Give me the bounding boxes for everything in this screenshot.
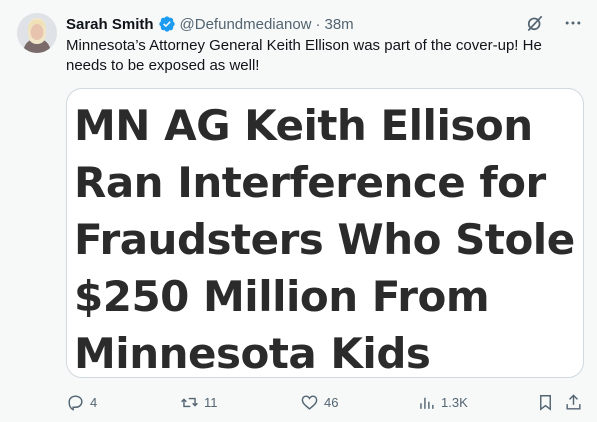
share-icon xyxy=(566,393,581,410)
timestamp[interactable]: 38m xyxy=(325,16,354,33)
headline-line: Minnesota Kids xyxy=(74,329,431,378)
bookmark-button[interactable] xyxy=(536,392,555,412)
tweet-text: Minnesota’s Attorney General Keith Ellis… xyxy=(66,37,542,74)
tweet-header: Sarah Smith @Defundmedianow · 38m xyxy=(66,14,583,34)
header-actions xyxy=(525,13,583,33)
more-icon[interactable] xyxy=(563,13,583,33)
like-icon xyxy=(301,394,318,410)
share-button[interactable] xyxy=(564,392,583,412)
author-handle[interactable]: @Defundmedianow xyxy=(180,16,312,33)
bookmark-icon xyxy=(540,394,551,411)
author-name[interactable]: Sarah Smith xyxy=(66,16,154,33)
card-headline: MN AG Keith Ellison Ran Interference for… xyxy=(74,97,579,378)
separator-dot: · xyxy=(315,15,321,33)
repost-button[interactable]: 11 xyxy=(180,392,218,412)
grok-icon[interactable] xyxy=(525,13,545,33)
views-icon xyxy=(420,397,434,409)
headline-line: $250 Million From xyxy=(74,272,490,321)
headline-line: MN AG Keith Ellison xyxy=(74,101,533,150)
repost-count: 11 xyxy=(204,394,218,410)
headline-line: Fraudsters Who Stole xyxy=(74,215,575,264)
reply-button[interactable]: 4 xyxy=(66,392,97,412)
like-count: 46 xyxy=(324,394,339,410)
avatar[interactable] xyxy=(17,13,57,53)
reply-count: 4 xyxy=(90,394,98,410)
tweet[interactable]: Sarah Smith @Defundmedianow · 38m Minnes… xyxy=(0,0,597,422)
reply-icon xyxy=(68,394,83,411)
repost-icon xyxy=(181,397,198,407)
headline-line: Ran Interference for xyxy=(74,158,546,207)
views-button[interactable]: 1.3K xyxy=(417,392,468,412)
action-bar: 4 11 46 1.3K xyxy=(66,392,584,412)
like-button[interactable]: 46 xyxy=(300,392,338,412)
article-card[interactable]: MN AG Keith Ellison Ran Interference for… xyxy=(66,88,584,378)
verified-badge-icon xyxy=(158,15,176,33)
views-count: 1.3K xyxy=(441,394,468,410)
